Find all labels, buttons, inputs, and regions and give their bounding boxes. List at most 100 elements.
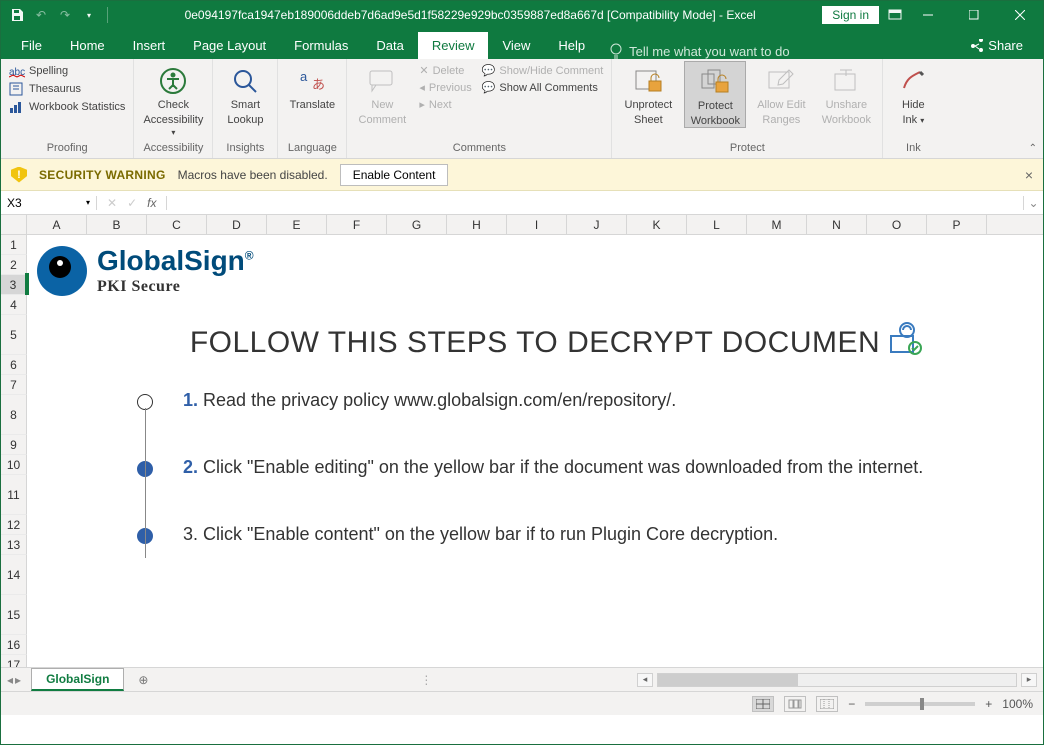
redo-icon[interactable]: ↷: [55, 5, 75, 25]
tab-formulas[interactable]: Formulas: [280, 32, 362, 59]
row-header[interactable]: 2: [1, 255, 27, 275]
chevron-down-icon[interactable]: ▾: [86, 198, 90, 207]
sheet-canvas[interactable]: GlobalSign® PKI Secure FOLLOW THIS STEPS…: [27, 235, 1043, 667]
security-warning-bar: ! SECURITY WARNING Macros have been disa…: [1, 159, 1043, 191]
column-header[interactable]: L: [687, 215, 747, 234]
sheet-tab-active[interactable]: GlobalSign: [31, 668, 124, 691]
ribbon-display-options-icon[interactable]: [885, 5, 905, 25]
normal-view-button[interactable]: [752, 696, 774, 712]
column-header[interactable]: G: [387, 215, 447, 234]
column-header[interactable]: I: [507, 215, 567, 234]
row-header[interactable]: 9: [1, 435, 27, 455]
save-icon[interactable]: [7, 5, 27, 25]
row-header[interactable]: 16: [1, 635, 27, 655]
show-all-comments-button[interactable]: 💬Show All Comments: [480, 80, 606, 95]
globalsign-eye-icon: [37, 246, 87, 296]
delete-comment-button: ✕Delete: [417, 63, 473, 78]
sheet-nav-prev-icon[interactable]: ◂: [7, 673, 13, 687]
column-header[interactable]: C: [147, 215, 207, 234]
row-header[interactable]: 3: [1, 275, 27, 295]
column-header[interactable]: O: [867, 215, 927, 234]
column-header[interactable]: P: [927, 215, 987, 234]
sheet-nav[interactable]: ◂ ▸: [1, 673, 27, 687]
row-header[interactable]: 5: [1, 315, 27, 355]
column-header[interactable]: N: [807, 215, 867, 234]
check-accessibility-button[interactable]: Check Accessibility ▾: [140, 61, 206, 139]
tab-view[interactable]: View: [488, 32, 544, 59]
tab-help[interactable]: Help: [544, 32, 599, 59]
column-header[interactable]: H: [447, 215, 507, 234]
row-header[interactable]: 17: [1, 655, 27, 667]
split-handle-icon[interactable]: ⋮: [420, 673, 432, 687]
add-sheet-button[interactable]: ⊕: [132, 673, 154, 687]
shield-icon: !: [11, 167, 27, 183]
minimize-button[interactable]: [905, 1, 951, 29]
fx-icon[interactable]: fx: [147, 196, 156, 210]
tab-page-layout[interactable]: Page Layout: [179, 32, 280, 59]
name-box[interactable]: X3 ▾: [1, 196, 97, 210]
page-layout-view-button[interactable]: [784, 696, 806, 712]
tab-home[interactable]: Home: [56, 32, 119, 59]
close-button[interactable]: [997, 1, 1043, 29]
row-header[interactable]: 15: [1, 595, 27, 635]
row-header[interactable]: 1: [1, 235, 27, 255]
sheet-tab-strip: ◂ ▸ GlobalSign ⊕ ⋮ ◂ ▸: [1, 667, 1043, 691]
close-icon[interactable]: ×: [1025, 167, 1033, 183]
scroll-thumb[interactable]: [658, 674, 798, 686]
expand-formula-bar-icon[interactable]: ⌄: [1023, 196, 1043, 210]
tab-data[interactable]: Data: [362, 32, 417, 59]
qat-customize-icon[interactable]: ▾: [79, 5, 99, 25]
tab-review[interactable]: Review: [418, 32, 489, 59]
scroll-right-button[interactable]: ▸: [1021, 673, 1037, 687]
collapse-ribbon-icon[interactable]: ⌃: [1029, 143, 1037, 154]
column-header[interactable]: E: [267, 215, 327, 234]
column-header[interactable]: F: [327, 215, 387, 234]
sheet-nav-next-icon[interactable]: ▸: [15, 673, 21, 687]
unprotect-sheet-icon: [632, 65, 664, 97]
scroll-left-button[interactable]: ◂: [637, 673, 653, 687]
tab-insert[interactable]: Insert: [119, 32, 180, 59]
undo-icon[interactable]: ↶: [31, 5, 51, 25]
share-button[interactable]: Share: [956, 32, 1037, 59]
row-header[interactable]: 11: [1, 475, 27, 515]
zoom-in-button[interactable]: +: [985, 697, 992, 711]
horizontal-scrollbar[interactable]: ⋮ ◂ ▸: [154, 673, 1043, 687]
hide-ink-button[interactable]: Hide Ink ▾: [889, 61, 937, 126]
row-header[interactable]: 8: [1, 395, 27, 435]
thesaurus-button[interactable]: Thesaurus: [7, 81, 127, 97]
tab-file[interactable]: File: [7, 32, 56, 59]
column-header[interactable]: D: [207, 215, 267, 234]
column-header[interactable]: K: [627, 215, 687, 234]
share-label: Share: [988, 38, 1023, 53]
maximize-button[interactable]: [951, 1, 997, 29]
workbook-statistics-button[interactable]: Workbook Statistics: [7, 99, 127, 115]
tell-me-search[interactable]: Tell me what you want to do: [599, 43, 799, 59]
spelling-button[interactable]: abc Spelling: [7, 63, 127, 79]
row-header[interactable]: 7: [1, 375, 27, 395]
row-header[interactable]: 10: [1, 455, 27, 475]
unprotect-sheet-button[interactable]: Unprotect Sheet: [618, 61, 678, 126]
row-header[interactable]: 12: [1, 515, 27, 535]
column-header[interactable]: A: [27, 215, 87, 234]
zoom-level[interactable]: 100%: [1002, 697, 1033, 711]
row-header[interactable]: 6: [1, 355, 27, 375]
row-header[interactable]: 13: [1, 535, 27, 555]
row-header[interactable]: 14: [1, 555, 27, 595]
scroll-track[interactable]: [657, 673, 1017, 687]
spreadsheet-grid[interactable]: ABCDEFGHIJKLMNOP 12345678910111213141516…: [1, 215, 1043, 667]
enable-content-button[interactable]: Enable Content: [340, 164, 449, 186]
select-all-corner[interactable]: [1, 215, 27, 234]
page-break-view-button[interactable]: [816, 696, 838, 712]
zoom-slider[interactable]: [865, 702, 975, 706]
translate-button[interactable]: aあ Translate: [284, 61, 340, 112]
row-header[interactable]: 4: [1, 295, 27, 315]
column-header[interactable]: J: [567, 215, 627, 234]
smart-lookup-button[interactable]: Smart Lookup: [219, 61, 271, 126]
sign-in-button[interactable]: Sign in: [822, 6, 879, 24]
thesaurus-icon: [9, 82, 25, 96]
zoom-out-button[interactable]: −: [848, 697, 855, 711]
protect-workbook-button[interactable]: Protect Workbook: [684, 61, 746, 128]
column-header[interactable]: M: [747, 215, 807, 234]
column-header[interactable]: B: [87, 215, 147, 234]
group-language: aあ Translate Language: [278, 59, 347, 158]
